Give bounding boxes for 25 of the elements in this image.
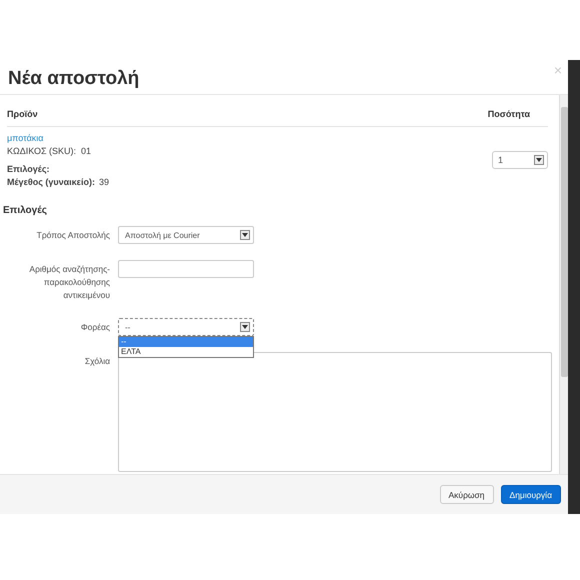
option-name: Μέγεθος (γυναικείο):: [7, 177, 95, 187]
section-title: Επιλογές: [3, 205, 48, 216]
create-button[interactable]: Δημιουργία: [500, 485, 561, 504]
dialog-title: Νέα αποστολή: [8, 68, 140, 90]
input-field[interactable]: [118, 260, 254, 278]
options-label: Επιλογές:: [7, 164, 51, 174]
field-label: Σχόλια: [84, 355, 110, 368]
option-value: 39: [98, 177, 109, 187]
comments-field[interactable]: [118, 352, 552, 472]
sku-label: ΚΩΔΙΚΟΣ (SKU):: [7, 146, 77, 156]
caret-icon: [242, 325, 248, 329]
sku-value: 01: [81, 146, 92, 156]
caret-icon: [242, 233, 248, 237]
dropdown-option[interactable]: --: [119, 337, 253, 347]
field-label: Αριθμός αναζήτησης-παρακολούθησης αντικειμένου: [28, 263, 110, 302]
product-link[interactable]: μποτάκια: [7, 133, 109, 143]
caret-icon: [536, 158, 542, 162]
field-label: Φορέας: [80, 321, 110, 334]
column-header: Ποσότητα: [488, 109, 530, 119]
cancel-button[interactable]: Ακύρωση: [440, 485, 494, 504]
scrollbar[interactable]: [559, 95, 568, 474]
quantity-select[interactable]: 1: [492, 151, 548, 169]
column-header: Προϊόν: [7, 109, 38, 119]
select-field[interactable]: Αποστολή με Courier: [118, 226, 254, 244]
field-label: Τρόπος Αποστολής: [36, 229, 110, 242]
